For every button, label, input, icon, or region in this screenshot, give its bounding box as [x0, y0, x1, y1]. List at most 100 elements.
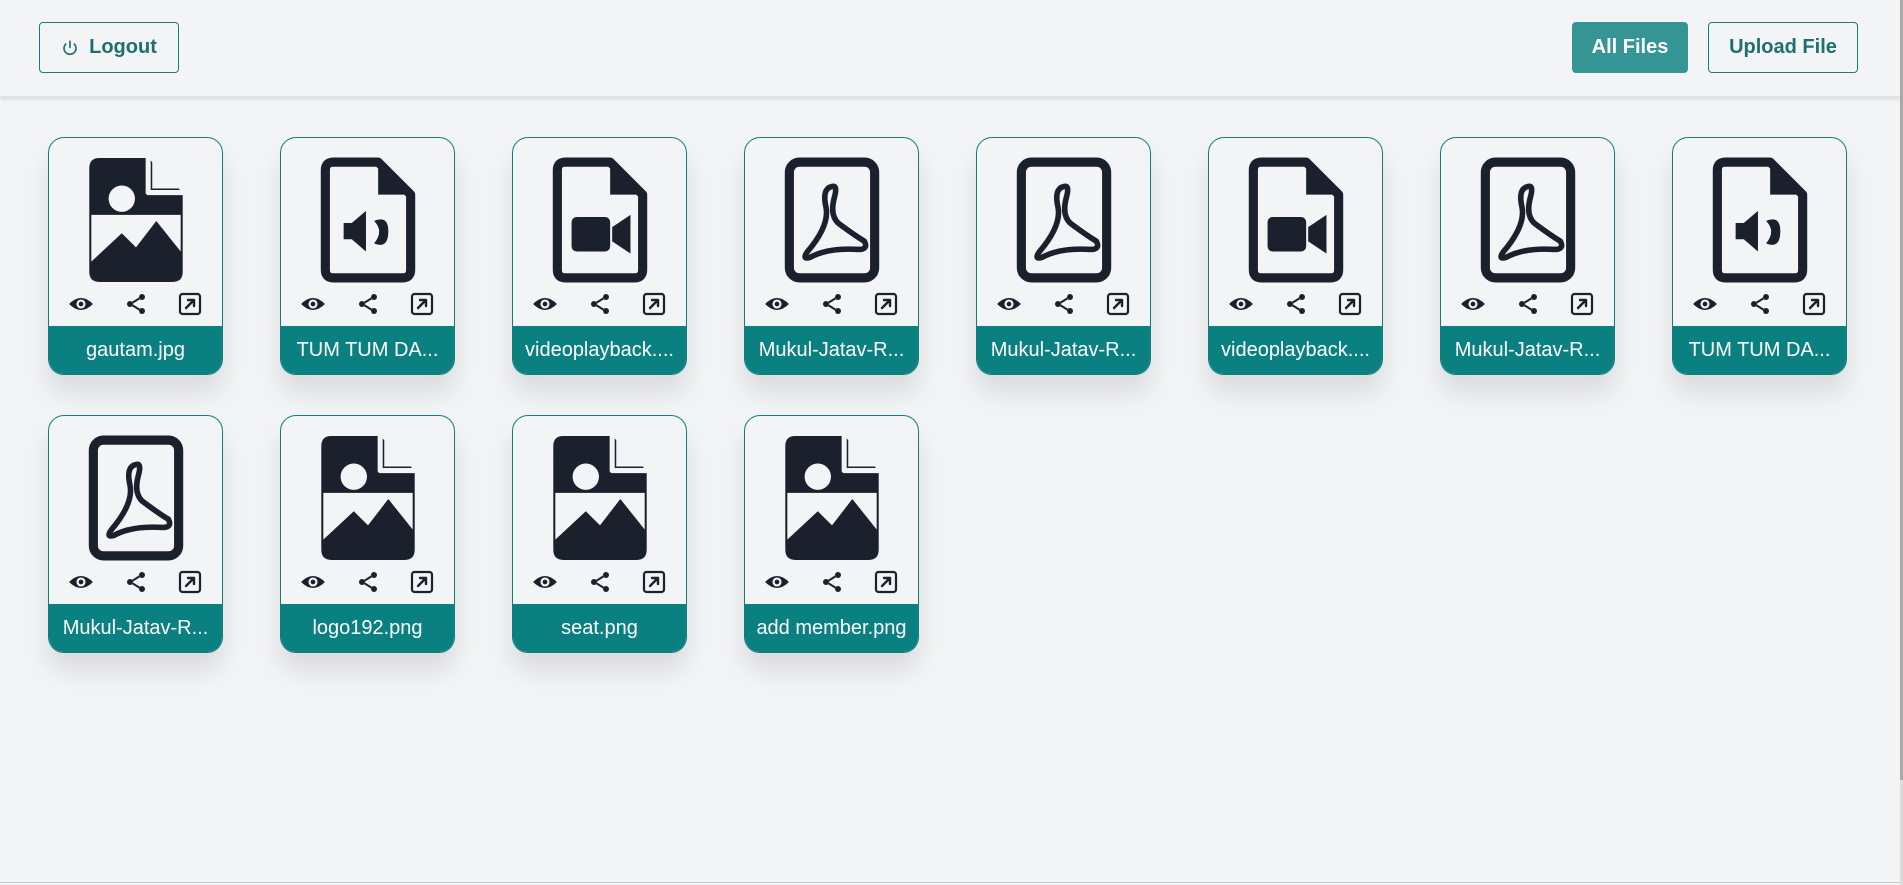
- file-actions: [513, 564, 686, 600]
- view-icon[interactable]: [299, 568, 327, 596]
- file-card[interactable]: Mukul-Jatav-R...: [744, 137, 919, 375]
- open-external-icon[interactable]: [640, 568, 668, 596]
- open-external-icon[interactable]: [640, 290, 668, 318]
- file-grid: gautam.jpg TUM TUM DA... videoplayback....…: [48, 137, 1847, 653]
- open-external-icon[interactable]: [872, 290, 900, 318]
- share-icon[interactable]: [586, 568, 614, 596]
- logout-button[interactable]: Logout: [39, 22, 179, 73]
- audio-file-icon: [317, 154, 419, 286]
- open-external-icon[interactable]: [408, 568, 436, 596]
- view-icon[interactable]: [1227, 290, 1255, 318]
- file-card-body: [745, 416, 918, 604]
- pdf-file-icon: [781, 154, 883, 286]
- file-card[interactable]: Mukul-Jatav-R...: [976, 137, 1151, 375]
- file-card-body: [1441, 138, 1614, 326]
- file-card-body: [281, 416, 454, 604]
- all-files-button[interactable]: All Files: [1572, 22, 1688, 73]
- file-name: Mukul-Jatav-R...: [977, 326, 1150, 374]
- video-file-icon: [549, 154, 651, 286]
- file-card[interactable]: videoplayback....: [1208, 137, 1383, 375]
- logout-label: Logout: [89, 36, 157, 58]
- view-icon[interactable]: [1459, 290, 1487, 318]
- open-external-icon[interactable]: [1800, 290, 1828, 318]
- file-card[interactable]: gautam.jpg: [48, 137, 223, 375]
- file-actions: [513, 286, 686, 322]
- file-card-body: [513, 416, 686, 604]
- share-icon[interactable]: [122, 568, 150, 596]
- share-icon[interactable]: [818, 568, 846, 596]
- share-icon[interactable]: [1514, 290, 1542, 318]
- open-external-icon[interactable]: [408, 290, 436, 318]
- pdf-file-icon: [85, 432, 187, 564]
- view-icon[interactable]: [67, 290, 95, 318]
- file-card-body: [977, 138, 1150, 326]
- pdf-file-icon: [1477, 154, 1579, 286]
- file-name: seat.png: [513, 604, 686, 652]
- share-icon[interactable]: [354, 568, 382, 596]
- view-icon[interactable]: [67, 568, 95, 596]
- share-icon[interactable]: [586, 290, 614, 318]
- file-actions: [1673, 286, 1846, 322]
- file-actions: [281, 564, 454, 600]
- view-icon[interactable]: [531, 568, 559, 596]
- file-actions: [745, 286, 918, 322]
- video-file-icon: [1245, 154, 1347, 286]
- file-card-body: [1209, 138, 1382, 326]
- file-card-body: [745, 138, 918, 326]
- file-name: logo192.png: [281, 604, 454, 652]
- top-bar: Logout All Files Upload File: [0, 0, 1900, 97]
- file-card[interactable]: TUM TUM DA...: [280, 137, 455, 375]
- file-actions: [49, 286, 222, 322]
- image-file-icon: [549, 432, 651, 564]
- file-actions: [1441, 286, 1614, 322]
- power-icon: [63, 39, 77, 55]
- view-icon[interactable]: [1691, 290, 1719, 318]
- view-icon[interactable]: [995, 290, 1023, 318]
- view-icon[interactable]: [531, 290, 559, 318]
- file-card[interactable]: TUM TUM DA...: [1672, 137, 1847, 375]
- file-actions: [1209, 286, 1382, 322]
- image-file-icon: [781, 432, 883, 564]
- open-external-icon[interactable]: [176, 290, 204, 318]
- share-icon[interactable]: [354, 290, 382, 318]
- file-card-body: [513, 138, 686, 326]
- file-card[interactable]: Mukul-Jatav-R...: [48, 415, 223, 653]
- file-name: TUM TUM DA...: [281, 326, 454, 374]
- open-external-icon[interactable]: [176, 568, 204, 596]
- file-card-body: [1673, 138, 1846, 326]
- file-actions: [281, 286, 454, 322]
- view-icon[interactable]: [763, 290, 791, 318]
- share-icon[interactable]: [818, 290, 846, 318]
- open-external-icon[interactable]: [1568, 290, 1596, 318]
- file-card-body: [281, 138, 454, 326]
- open-external-icon[interactable]: [872, 568, 900, 596]
- file-actions: [977, 286, 1150, 322]
- open-external-icon[interactable]: [1104, 290, 1132, 318]
- share-icon[interactable]: [122, 290, 150, 318]
- file-name: Mukul-Jatav-R...: [745, 326, 918, 374]
- file-card[interactable]: add member.png: [744, 415, 919, 653]
- file-card[interactable]: videoplayback....: [512, 137, 687, 375]
- image-file-icon: [85, 154, 187, 286]
- share-icon[interactable]: [1050, 290, 1078, 318]
- view-icon[interactable]: [763, 568, 791, 596]
- pdf-file-icon: [1013, 154, 1115, 286]
- file-actions: [49, 564, 222, 600]
- file-actions: [745, 564, 918, 600]
- view-icon[interactable]: [299, 290, 327, 318]
- file-manager-page: Logout All Files Upload File gautam.jpg T…: [0, 0, 1903, 885]
- file-name: add member.png: [745, 604, 918, 652]
- bottom-divider: [0, 882, 1900, 883]
- file-name: gautam.jpg: [49, 326, 222, 374]
- share-icon[interactable]: [1746, 290, 1774, 318]
- file-name: videoplayback....: [513, 326, 686, 374]
- file-card[interactable]: Mukul-Jatav-R...: [1440, 137, 1615, 375]
- file-name: Mukul-Jatav-R...: [1441, 326, 1614, 374]
- file-card[interactable]: seat.png: [512, 415, 687, 653]
- open-external-icon[interactable]: [1336, 290, 1364, 318]
- upload-file-button[interactable]: Upload File: [1708, 22, 1858, 73]
- audio-file-icon: [1709, 154, 1811, 286]
- file-card-body: [49, 138, 222, 326]
- share-icon[interactable]: [1282, 290, 1310, 318]
- file-card[interactable]: logo192.png: [280, 415, 455, 653]
